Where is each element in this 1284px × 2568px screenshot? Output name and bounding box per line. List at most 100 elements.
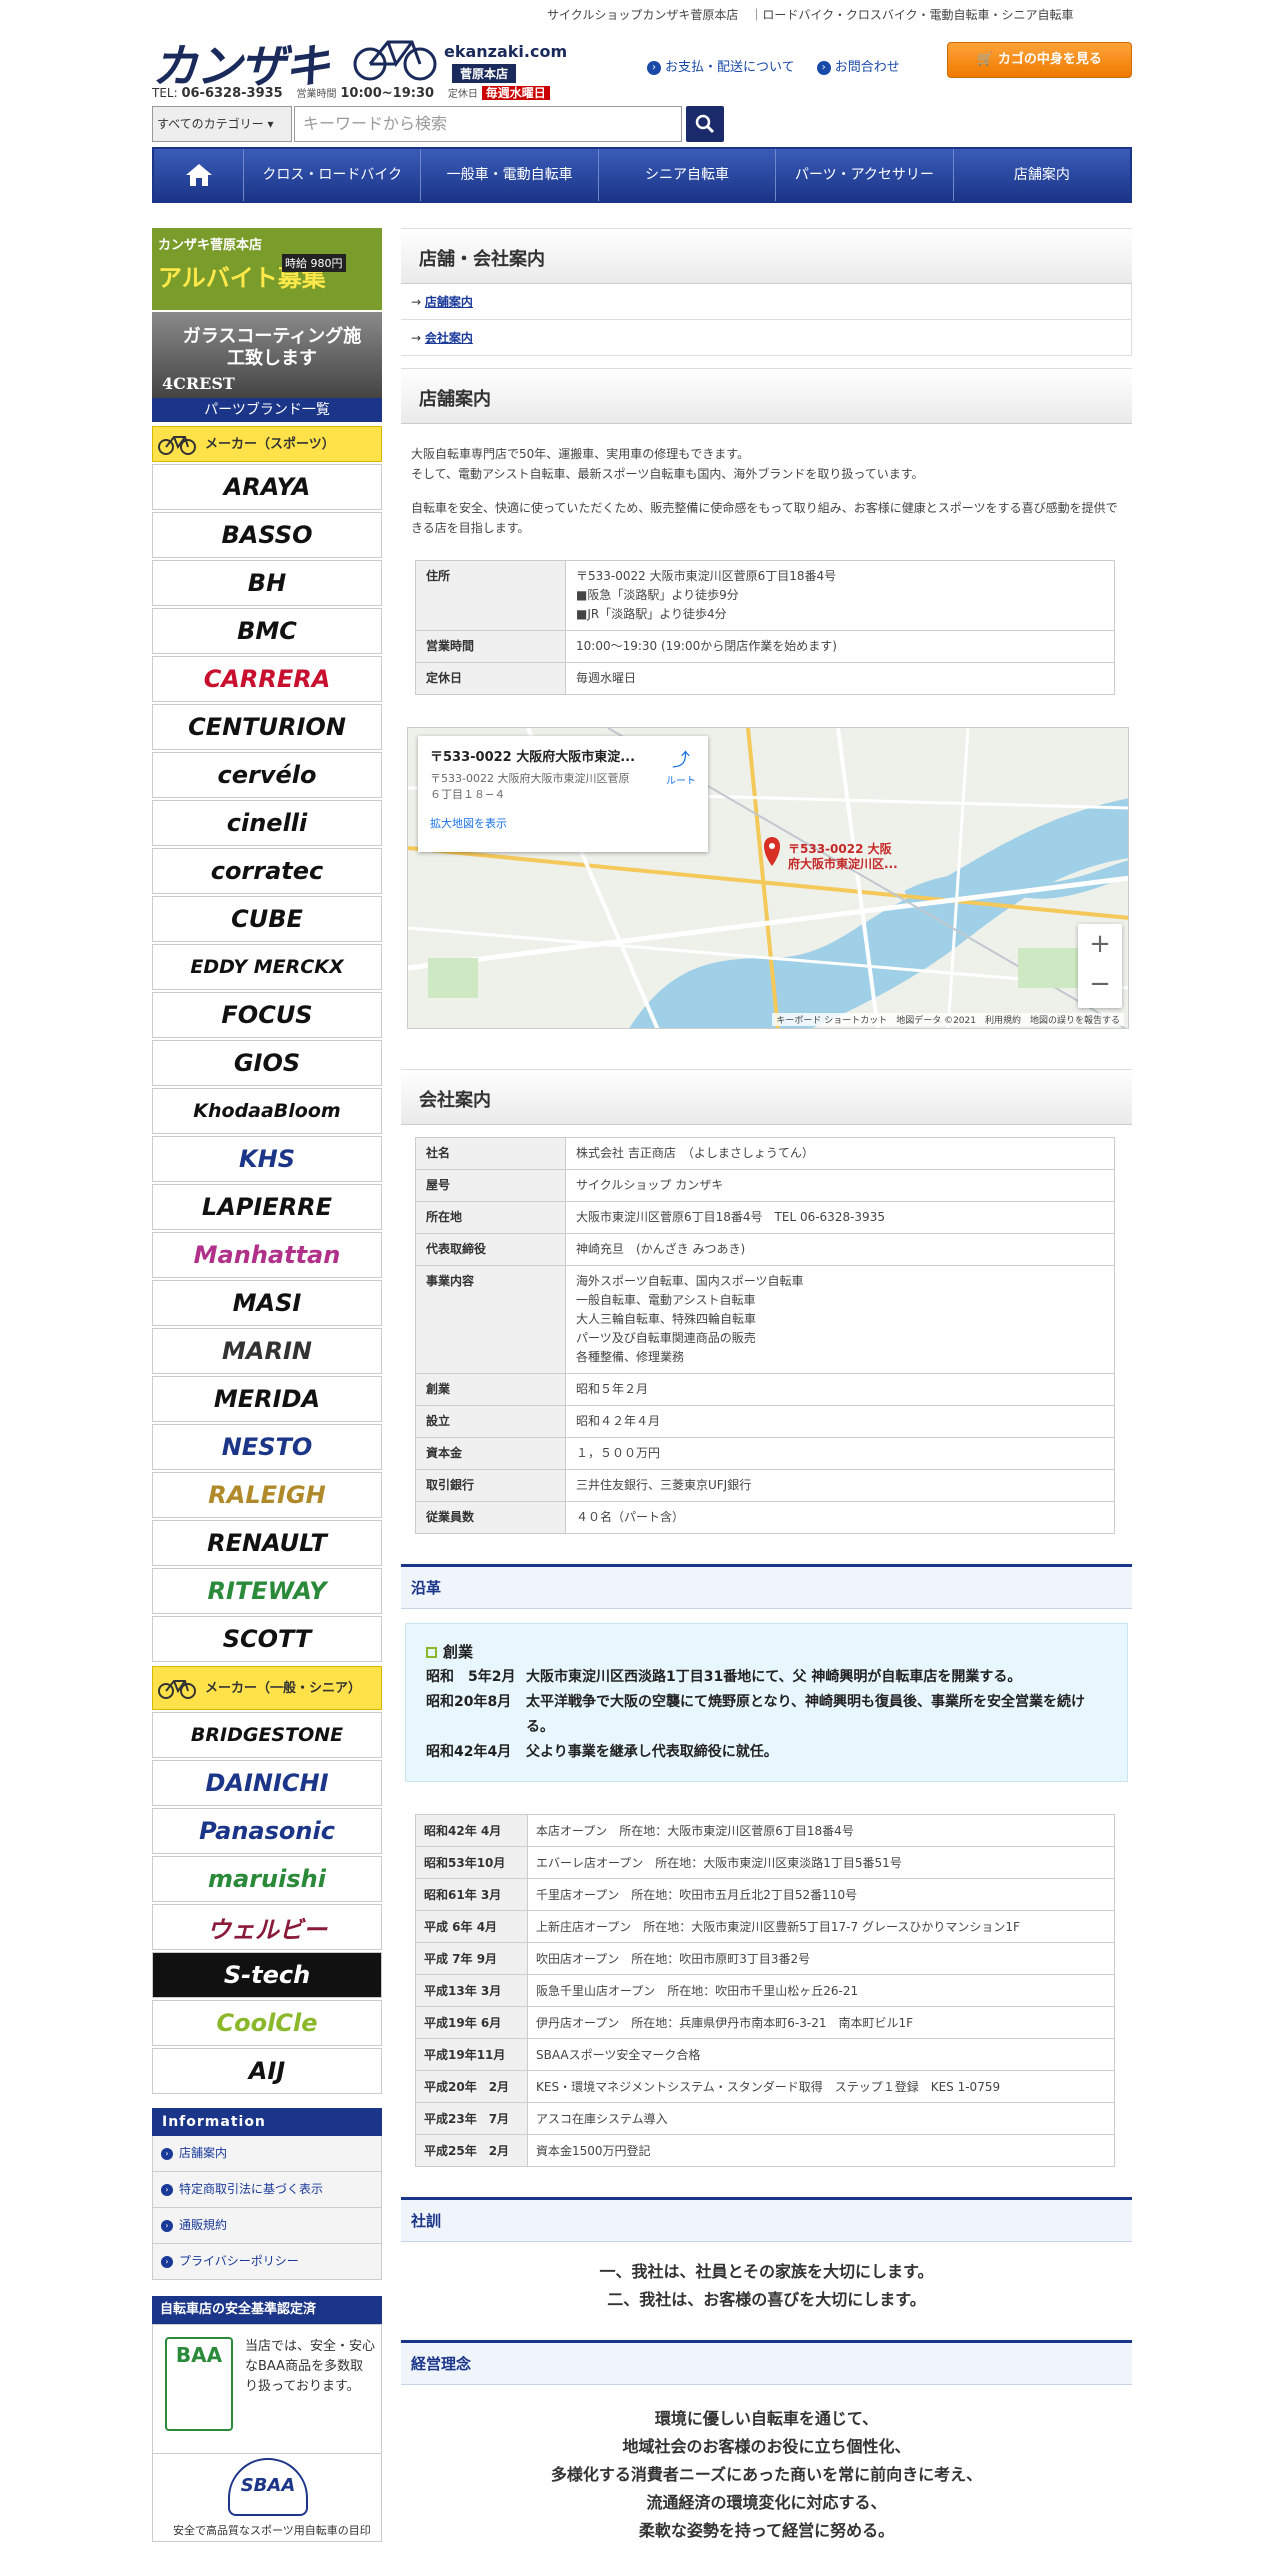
brand-logo[interactable]: MERIDA [152,1376,382,1422]
map-route-button[interactable]: ⤴ ルート [666,746,696,787]
nav-home[interactable] [154,149,244,201]
table-value-line: 各種整備、修理業務 [576,1350,685,1364]
category-select[interactable]: すべてのカテゴリー ▾ [152,106,292,142]
brand-logo[interactable]: DAINICHI [152,1760,382,1806]
history-row: 平成25年 2月 資本金1500万円登記 [415,2134,1115,2167]
brand-logo[interactable]: GIOS [152,1040,382,1086]
brand-logo[interactable]: corratec [152,848,382,894]
history-table: 昭和42年 4月 本店オープン 所在地：大阪市東淀川区菅原6丁目18番4号 昭和53… [415,1814,1115,2167]
bicycle-icon [353,40,437,81]
brand-logo[interactable]: ウェルビー [152,1904,382,1950]
brand-logo[interactable]: S-tech [152,1952,382,1998]
table-value-cell: 昭和５年２月 [565,1373,1115,1406]
nav-general-electric[interactable]: 一般車・電動自転車 [421,149,599,201]
zoom-out-button[interactable]: − [1078,964,1122,1004]
table-value-line: 大人三輪自転車、特殊四輪自転車 [576,1312,757,1326]
bicycle-icon [158,1680,196,1699]
philosophy-line-5: 柔軟な姿勢を持って経営に努める。 [638,2521,895,2540]
table-row: 従業員数 ４０名（パート含） [415,1501,1115,1534]
history-row: 平成23年 7月 アスコ在庫システム導入 [415,2102,1115,2135]
brand-logo[interactable]: RENAULT [152,1520,382,1566]
search-button[interactable] [686,106,724,142]
history-row: 平成20年 2月 KES・環境マネジメントシステム・スタンダード取得 ステップ１登… [415,2070,1115,2103]
brand-logo[interactable]: RITEWAY [152,1568,382,1614]
motto-section-title: 社訓 [401,2197,1132,2242]
sbaa-logo[interactable]: SBAA [228,2458,308,2516]
history-date: 昭和61年 3月 [415,1878,528,1911]
brand-logo[interactable]: MASI [152,1280,382,1326]
table-value-cell: ４０名（パート含） [565,1501,1115,1534]
baa-logo[interactable]: BAA [165,2337,233,2431]
table-row: 取引銀行 三井住友銀行、三菱東京UFJ銀行 [415,1469,1115,1502]
brand-logo[interactable]: BMC [152,608,382,654]
table-value-line: 昭和５年２月 [576,1382,649,1396]
safety-header: 自転車店の安全基準認定済 [152,2296,382,2324]
table-value-line: 三井住友銀行、三菱東京UFJ銀行 [576,1478,752,1492]
glass-coating-banner[interactable]: ガラスコーティング施工致します 4CREST [152,312,382,398]
table-value-line: パーツ及び自転車関連商品の販売 [576,1331,756,1345]
brand-logo[interactable]: BRIDGESTONE [152,1712,382,1758]
info-item-store[interactable]: › 店舗案内 [152,2136,382,2172]
brand-logo[interactable]: AIJ [152,2048,382,2094]
nav-cross-road[interactable]: クロス・ロードバイク [244,149,422,201]
brand-logo[interactable]: SCOTT [152,1616,382,1662]
brand-logo[interactable]: KhodaaBloom [152,1088,382,1134]
info-item-privacy[interactable]: › プライバシーポリシー [152,2244,382,2280]
info-item-terms[interactable]: › 通販規約 [152,2208,382,2244]
brand-logo[interactable]: LAPIERRE [152,1184,382,1230]
table-row: 屋号 サイクルショップ カンザキ [415,1169,1115,1202]
founding-date: 昭和42年4月 [426,1744,512,1760]
map-enlarge-link[interactable]: 拡大地図を表示 [430,815,696,831]
brand-logo[interactable]: ARAYA [152,464,382,510]
contact-link[interactable]: › お問合わせ [816,60,900,75]
search-input[interactable]: キーワードから検索 [294,106,682,142]
store-para-1: 大阪自転車専門店で50年、運搬車、実用車の修理もできます。 [411,447,750,461]
info-item-legal[interactable]: › 特定商取引法に基づく表示 [152,2172,382,2208]
founding-title: 創業 [426,1640,1107,1665]
founding-box: 創業 昭和 5年2月 大阪市東淀川区西淡路1丁目31番地にて、父 神崎興明が自転車… [405,1623,1128,1782]
brand-logo[interactable]: cervélo [152,752,382,798]
header-tagline: サイクルショップカンザキ菅原本店 ｜ロードバイク・クロスバイク・電動自転車・シニ… [547,8,1074,22]
brand-logo[interactable]: CoolCle [152,2000,382,2046]
route-icon: ⤴ [672,750,690,771]
brand-logo[interactable]: CARRERA [152,656,382,702]
nav-store-info[interactable]: 店舗案内 [954,149,1130,201]
zoom-in-button[interactable]: + [1078,924,1122,964]
table-header-cell: 従業員数 [415,1501,566,1534]
history-event: SBAAスポーツ安全マーク合格 [527,2038,1115,2071]
brand-logo[interactable]: BASSO [152,512,382,558]
recruit-banner[interactable]: カンザキ菅原本店 アルバイト募集 時給 980円 [152,228,382,310]
bicycle-icon [158,436,196,455]
table-value-cell: 毎週水曜日 [565,662,1115,695]
nav-senior[interactable]: シニア自転車 [599,149,777,201]
nav-parts[interactable]: パーツ・アクセサリー [776,149,954,201]
brand-logo[interactable]: RALEIGH [152,1472,382,1518]
table-row: 住所 〒533-0022 大阪市東淀川区菅原6丁目18番4号 ■阪急「淡路駅」より徒… [415,560,1115,631]
brand-list-title[interactable]: パーツブランド一覧 [152,398,382,422]
baa-box: BAA 当店では、安全・安心なBAA商品を多数取り扱っております。 [152,2324,382,2454]
cart-button[interactable]: 🛒 カゴの中身を見る [947,42,1132,78]
history-event: 資本金1500万円登記 [527,2134,1115,2167]
brand-logo[interactable]: Panasonic [152,1808,382,1854]
brand-logo[interactable]: CUBE [152,896,382,942]
brand-logo[interactable]: maruishi [152,1856,382,1902]
brand-logo[interactable]: CENTURION [152,704,382,750]
brand-logo[interactable]: MARIN [152,1328,382,1374]
brand-logo[interactable]: BH [152,560,382,606]
brand-logo[interactable]: NESTO [152,1424,382,1470]
table-value-line: １，５００万円 [576,1446,661,1460]
google-map[interactable]: 〒533-0022 大阪府大阪市東淀... 〒533-0022 大阪府大阪市東淀… [407,727,1129,1029]
brand-logo[interactable]: KHS [152,1136,382,1182]
brand-logo[interactable]: FOCUS [152,992,382,1038]
payment-link[interactable]: › お支払・配送について [647,60,795,75]
brand-logo[interactable]: cinelli [152,800,382,846]
brand-logo[interactable]: Manhattan [152,1232,382,1278]
philosophy-line-2: 地域社会のお客様のお役に立ち個性化、 [622,2437,911,2456]
contact-row: TEL: 06-6328-3935 営業時間 10:00~19:30 定休日 毎… [152,84,550,101]
tel-number: 06-6328-3935 [181,86,283,101]
company-table: 社名 株式会社 吉正商店 （よしまさしょうてん） 屋号 サイクルショップ カンザキ 所在… [415,1137,1115,1534]
history-event: 本店オープン 所在地：大阪市東淀川区菅原6丁目18番4号 [527,1814,1115,1847]
history-event: エバーレ店オープン 所在地：大阪市東淀川区東淡路1丁目5番51号 [527,1846,1115,1879]
brand-logo[interactable]: EDDY MERCKX [152,944,382,990]
table-value-line: 神崎充旦 (かんざき みつあき) [576,1242,746,1256]
